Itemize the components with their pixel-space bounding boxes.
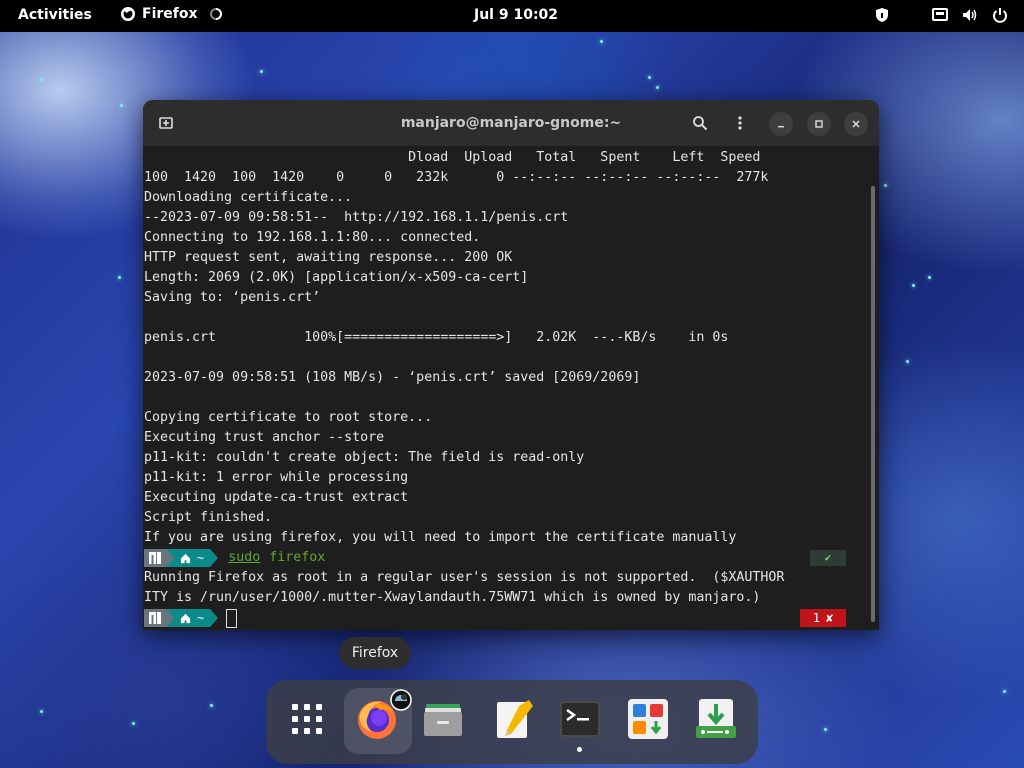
close-button[interactable] bbox=[844, 112, 868, 136]
dock-tooltip: Firefox bbox=[339, 637, 411, 669]
volume-icon[interactable] bbox=[962, 7, 978, 23]
terminal-window[interactable]: manjaro@manjaro-gnome:~ Dload Upload Tot… bbox=[143, 100, 879, 630]
output-line: penis.crt 100%[===================>] 2.0… bbox=[144, 330, 729, 345]
output-line: Executing update-ca-trust extract bbox=[144, 490, 409, 505]
output-line: --2023-07-09 09:58:51-- http://192.168.1… bbox=[144, 210, 569, 225]
text-cursor[interactable] bbox=[226, 608, 238, 628]
output-line: Script finished. bbox=[144, 510, 273, 525]
scrollbar[interactable] bbox=[871, 186, 875, 622]
terminal-headerbar[interactable]: manjaro@manjaro-gnome:~ bbox=[143, 100, 879, 146]
output-line: Running Firefox as root in a regular use… bbox=[144, 570, 785, 585]
kebab-menu-icon bbox=[738, 116, 742, 130]
dock-item-terminal[interactable] bbox=[557, 696, 603, 742]
exit-code: 1 bbox=[812, 611, 820, 625]
dock bbox=[266, 680, 758, 764]
output-line: ITY is /run/user/1000/.mutter-Xwaylandau… bbox=[144, 590, 761, 605]
downloader-icon bbox=[696, 699, 736, 738]
menu-button[interactable] bbox=[729, 112, 751, 134]
home-icon bbox=[180, 553, 191, 563]
command-argument: firefox bbox=[269, 550, 326, 565]
dock-item-text-editor[interactable] bbox=[491, 696, 537, 742]
dock-item-software[interactable] bbox=[625, 696, 671, 742]
software-icon bbox=[628, 699, 668, 739]
private-browsing-badge-icon bbox=[390, 689, 412, 711]
shell-prompt-line: ~ sudo firefox ✔ bbox=[144, 548, 868, 568]
output-line: Copying certificate to root store... bbox=[144, 410, 433, 425]
output-line: p11-kit: 1 error while processing bbox=[144, 470, 409, 485]
output-line: Dload Upload Total Spent Left Speed bbox=[144, 150, 761, 165]
app-grid-icon bbox=[292, 704, 322, 734]
status-ok-badge: ✔ bbox=[810, 550, 846, 566]
terminal-icon bbox=[560, 701, 600, 737]
maximize-icon bbox=[815, 120, 823, 128]
privacy-shield-icon[interactable] bbox=[874, 7, 890, 23]
output-line: HTTP request sent, awaiting response... … bbox=[144, 250, 513, 265]
dock-item-downloader[interactable] bbox=[693, 696, 739, 742]
top-bar: Activities Firefox Jul 9 10:02 bbox=[0, 0, 1024, 32]
minimize-icon bbox=[778, 126, 784, 128]
output-line: If you are using firefox, you will need … bbox=[144, 530, 737, 545]
running-indicator bbox=[577, 747, 582, 752]
output-line: Executing trust anchor --store bbox=[144, 430, 385, 445]
prompt-directory: ~ bbox=[174, 609, 211, 627]
prompt-directory: ~ bbox=[174, 549, 211, 567]
clock[interactable]: Jul 9 10:02 bbox=[474, 7, 558, 23]
active-prompt-line[interactable]: ~ 1 ✘ bbox=[144, 608, 868, 628]
manjaro-logo-icon bbox=[144, 609, 166, 627]
output-line: p11-kit: couldn't create object: The fie… bbox=[144, 450, 585, 465]
output-line: 2023-07-09 09:58:51 (108 MB/s) - ‘penis.… bbox=[144, 370, 641, 385]
error-mark: ✘ bbox=[826, 611, 834, 625]
text-editor-icon bbox=[497, 700, 533, 738]
output-line: Connecting to 192.168.1.1:80... connecte… bbox=[144, 230, 481, 245]
close-icon bbox=[852, 120, 860, 128]
firefox-icon bbox=[121, 7, 135, 21]
system-tray[interactable] bbox=[874, 7, 1008, 23]
activities-button[interactable]: Activities bbox=[18, 7, 92, 23]
search-icon bbox=[693, 116, 708, 131]
command-sudo: sudo bbox=[228, 550, 261, 565]
show-apps-button[interactable] bbox=[284, 696, 330, 742]
search-button[interactable] bbox=[689, 112, 711, 134]
status-error-badge: 1 ✘ bbox=[800, 609, 846, 627]
output-line: Saving to: ‘penis.crt’ bbox=[144, 290, 321, 305]
maximize-button[interactable] bbox=[807, 112, 831, 136]
loading-spinner-icon bbox=[209, 8, 222, 20]
output-line: 100 1420 100 1420 0 0 232k 0 --:--:-- --… bbox=[144, 170, 769, 185]
files-icon bbox=[424, 704, 462, 736]
output-line: Downloading certificate... bbox=[144, 190, 353, 205]
dock-item-files[interactable] bbox=[420, 696, 466, 742]
power-icon[interactable] bbox=[992, 7, 1008, 23]
app-menu[interactable]: Firefox bbox=[120, 6, 224, 22]
app-name: Firefox bbox=[142, 6, 198, 22]
home-icon bbox=[180, 613, 191, 623]
output-line: Length: 2069 (2.0K) [application/x-x509-… bbox=[144, 270, 529, 285]
manjaro-logo-icon bbox=[144, 549, 166, 567]
minimize-button[interactable] bbox=[769, 112, 793, 136]
terminal-output[interactable]: Dload Upload Total Spent Left Speed 100 … bbox=[144, 148, 868, 628]
network-wired-icon[interactable] bbox=[932, 7, 948, 23]
